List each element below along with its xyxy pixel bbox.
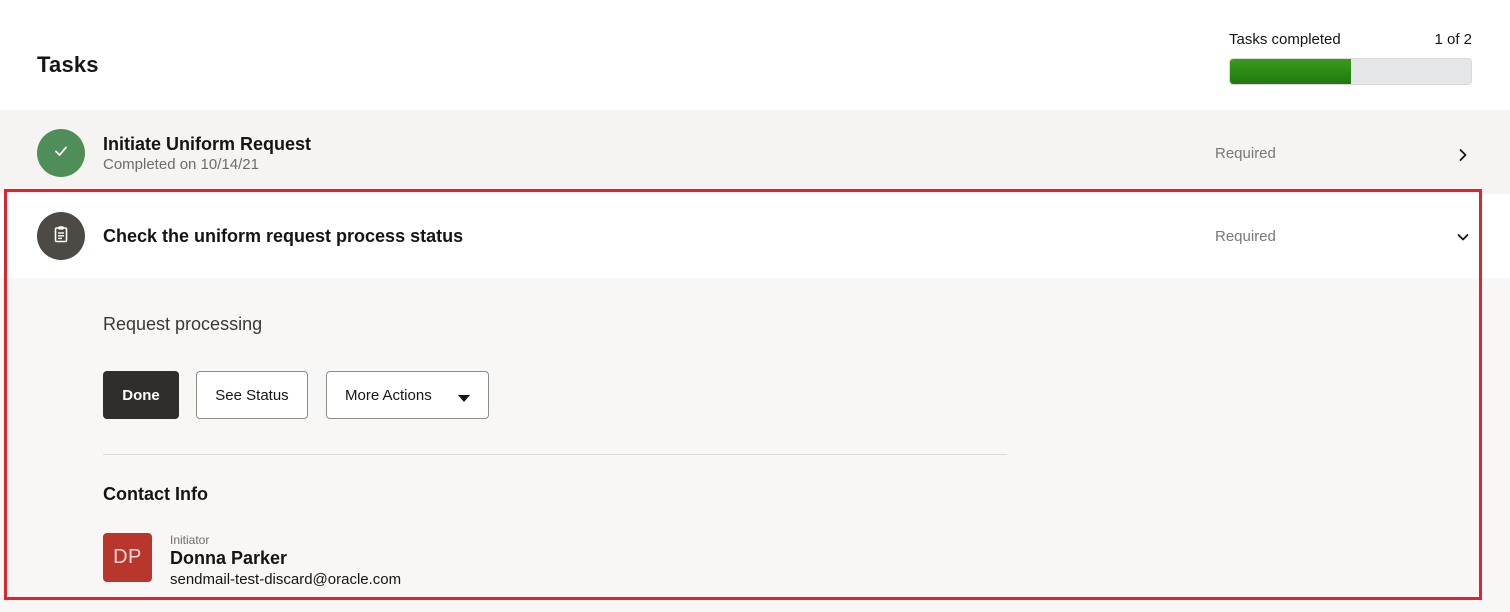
task-requirement-label: Required bbox=[1215, 228, 1276, 245]
task-title: Initiate Uniform Request bbox=[103, 134, 312, 154]
contact-role: Initiator bbox=[170, 533, 210, 547]
task-detail-panel: Request processing Done See Status More … bbox=[0, 278, 1510, 612]
task-status-circle bbox=[37, 129, 85, 177]
clipboard-icon bbox=[53, 225, 69, 248]
divider bbox=[103, 454, 1007, 455]
task-title: Check the uniform request process status bbox=[103, 226, 464, 246]
more-actions-label: More Actions bbox=[345, 386, 432, 404]
page-header: Tasks Tasks completed 1 of 2 bbox=[0, 0, 1510, 110]
contact-info-heading: Contact Info bbox=[103, 484, 208, 504]
checkmark-icon bbox=[53, 143, 69, 164]
task-requirement-label: Required bbox=[1215, 145, 1276, 162]
task-row-check-request-status[interactable]: Check the uniform request process status… bbox=[0, 194, 1510, 278]
progress-label: Tasks completed bbox=[1229, 31, 1341, 48]
task-row-initiate-uniform-request[interactable]: Initiate Uniform Request Completed on 10… bbox=[0, 110, 1510, 194]
more-actions-button[interactable]: More Actions bbox=[326, 371, 489, 419]
page-title: Tasks bbox=[37, 52, 99, 77]
see-status-button[interactable]: See Status bbox=[196, 371, 308, 419]
contact-email[interactable]: sendmail-test-discard@oracle.com bbox=[170, 571, 401, 588]
task-status-text: Request processing bbox=[103, 314, 263, 334]
avatar: DP bbox=[103, 533, 152, 582]
task-status-circle bbox=[37, 212, 85, 260]
chevron-right-icon[interactable] bbox=[1452, 144, 1474, 166]
chevron-down-icon[interactable] bbox=[1452, 226, 1474, 248]
done-button[interactable]: Done bbox=[103, 371, 179, 419]
progress-bar bbox=[1229, 58, 1472, 85]
progress-count: 1 of 2 bbox=[1434, 31, 1472, 48]
caret-down-icon bbox=[457, 390, 471, 407]
progress-bar-fill bbox=[1230, 59, 1351, 84]
contact-name: Donna Parker bbox=[170, 548, 288, 568]
task-completed-date: Completed on 10/14/21 bbox=[103, 156, 259, 173]
